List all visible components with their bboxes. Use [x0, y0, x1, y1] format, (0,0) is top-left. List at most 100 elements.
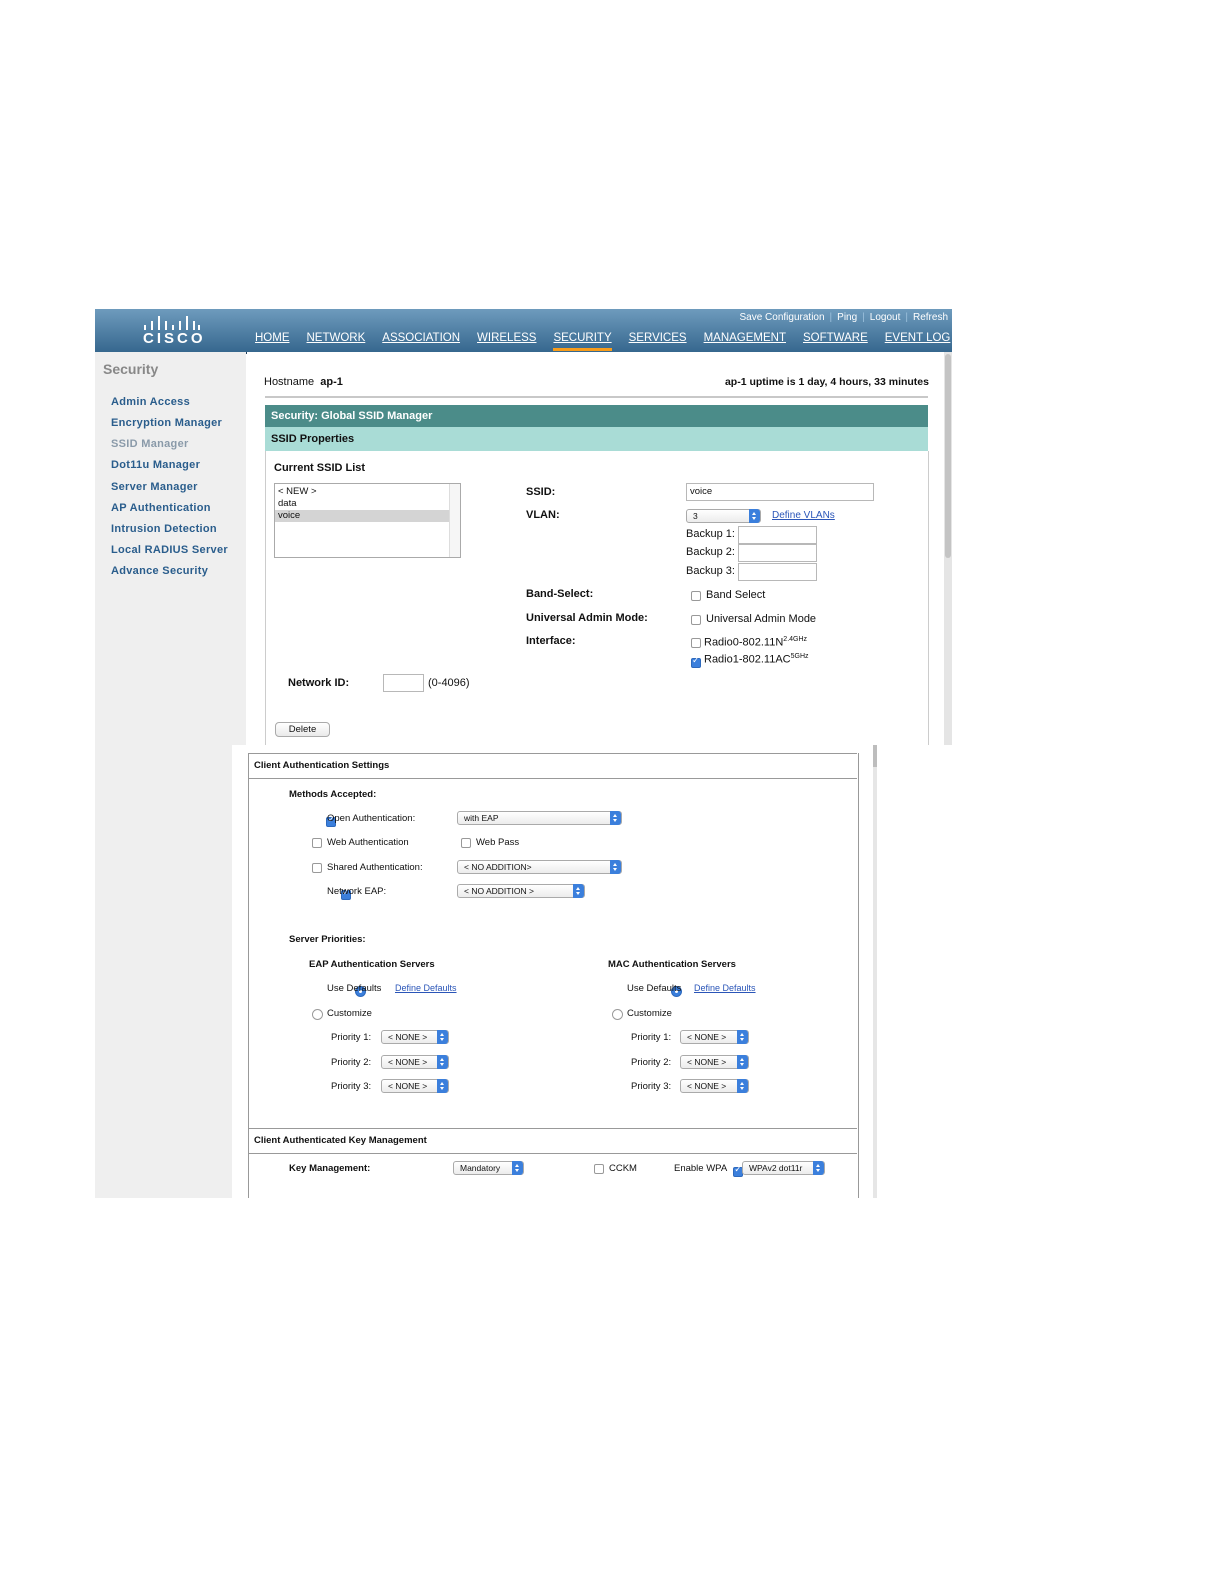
- cisco-logo: CISCO: [137, 314, 206, 347]
- backup1-input[interactable]: [738, 526, 817, 544]
- radio1-label: Radio1-802.11AC5GHz: [704, 653, 809, 666]
- eap-define-defaults-link[interactable]: Define Defaults: [395, 983, 457, 993]
- universal-admin-option: Universal Admin Mode: [706, 613, 817, 625]
- mac-priority1-select[interactable]: < NONE >: [680, 1030, 749, 1044]
- ping-link[interactable]: Ping: [837, 312, 857, 323]
- nav-network[interactable]: NETWORK: [307, 332, 366, 348]
- universal-admin-checkbox[interactable]: [691, 615, 701, 625]
- sidebar-continued: [95, 745, 232, 1198]
- mac-customize-radio[interactable]: [612, 1009, 623, 1020]
- cisco-wordmark: CISCO: [143, 330, 206, 347]
- radio1-checkbox[interactable]: [691, 656, 701, 668]
- sidebar-item-encryption-manager[interactable]: Encryption Manager: [111, 417, 222, 429]
- bottom-scrollbar[interactable]: [873, 745, 877, 1198]
- shared-auth-label: Shared Authentication:: [327, 862, 423, 873]
- sidebar-item-admin-access[interactable]: Admin Access: [111, 396, 190, 408]
- eap-priority3-select[interactable]: < NONE >: [381, 1079, 449, 1093]
- band-select-option: Band Select: [706, 589, 766, 601]
- chevron-updown-icon: [737, 1079, 748, 1093]
- save-configuration-link[interactable]: Save Configuration: [739, 312, 824, 323]
- sidebar-item-ap-authentication[interactable]: AP Authentication: [111, 502, 211, 514]
- nav-event-log[interactable]: EVENT LOG: [885, 332, 951, 348]
- chevron-updown-icon: [437, 1030, 448, 1044]
- radio0-checkbox[interactable]: [691, 638, 701, 648]
- mac-use-defaults-label: Use Defaults: [627, 983, 682, 994]
- band-select-checkbox[interactable]: [691, 591, 701, 601]
- nav-wireless[interactable]: WIRELESS: [477, 332, 536, 348]
- sidebar-item-server-manager[interactable]: Server Manager: [111, 481, 198, 493]
- backup3-label: Backup 3:: [686, 565, 735, 577]
- enable-wpa-label: Enable WPA: [674, 1163, 728, 1174]
- open-auth-select[interactable]: with EAP: [457, 811, 622, 825]
- chevron-updown-icon: [512, 1161, 523, 1175]
- ssid-listbox[interactable]: < NEW > data voice: [274, 483, 461, 558]
- delete-button[interactable]: Delete: [275, 722, 330, 737]
- nav-association[interactable]: ASSOCIATION: [382, 332, 460, 348]
- ssid-input[interactable]: voice: [686, 483, 874, 501]
- main-nav: HOME NETWORK ASSOCIATION WIRELESS SECURITY SE…: [255, 332, 967, 351]
- eap-priority2-select[interactable]: < NONE >: [381, 1055, 449, 1069]
- backup1-label: Backup 1:: [686, 528, 735, 540]
- interface-label: Interface:: [526, 635, 576, 647]
- network-id-input[interactable]: [383, 674, 424, 692]
- key-mgmt-select[interactable]: Mandatory: [453, 1161, 524, 1175]
- key-mgmt-label: Key Management:: [289, 1163, 371, 1174]
- chevron-updown-icon: [749, 509, 760, 523]
- chevron-updown-icon: [737, 1055, 748, 1069]
- eap-use-defaults-label: Use Defaults: [327, 983, 382, 994]
- bottom-scrollbar-thumb[interactable]: [873, 745, 877, 767]
- cckm-checkbox[interactable]: [594, 1164, 604, 1174]
- shared-auth-checkbox[interactable]: [312, 863, 322, 873]
- nav-services[interactable]: SERVICES: [629, 332, 687, 348]
- listbox-scrollbar[interactable]: [449, 484, 460, 557]
- nav-software[interactable]: SOFTWARE: [803, 332, 868, 348]
- chevron-updown-icon: [610, 811, 621, 825]
- ssid-list-item-new[interactable]: < NEW >: [275, 486, 460, 498]
- chevron-updown-icon: [437, 1079, 448, 1093]
- ssid-label: SSID:: [526, 486, 556, 498]
- logout-link[interactable]: Logout: [870, 312, 901, 323]
- nav-management[interactable]: MANAGEMENT: [704, 332, 786, 348]
- mac-customize-label: Customize: [627, 1008, 672, 1019]
- methods-accepted-label: Methods Accepted:: [289, 789, 377, 800]
- backup2-input[interactable]: [738, 544, 817, 562]
- ssid-list-label: Current SSID List: [274, 462, 366, 474]
- network-eap-select[interactable]: < NO ADDITION >: [457, 884, 585, 898]
- nav-home[interactable]: HOME: [255, 332, 290, 348]
- mac-priority3-select[interactable]: < NONE >: [680, 1079, 749, 1093]
- eap-priority1-select[interactable]: < NONE >: [381, 1030, 449, 1044]
- cckm-label: CCKM: [609, 1163, 637, 1174]
- eap-servers-title: EAP Authentication Servers: [309, 959, 435, 970]
- define-vlans-link[interactable]: Define VLANs: [772, 510, 835, 521]
- nav-security[interactable]: SECURITY: [553, 332, 612, 351]
- refresh-link[interactable]: Refresh: [913, 312, 948, 323]
- cisco-logo-bars-icon: [144, 316, 200, 330]
- web-auth-checkbox[interactable]: [312, 838, 322, 848]
- main-scrollbar-thumb[interactable]: [945, 354, 951, 558]
- shared-auth-select[interactable]: < NO ADDITION>: [457, 860, 622, 874]
- backup3-input[interactable]: [738, 563, 817, 581]
- vlan-select[interactable]: 3: [686, 509, 761, 523]
- web-pass-label: Web Pass: [476, 837, 520, 848]
- web-pass-checkbox[interactable]: [461, 838, 471, 848]
- web-auth-label: Web Authentication: [327, 837, 409, 848]
- mac-priority2-label: Priority 2:: [631, 1057, 672, 1068]
- hostname-value: ap-1: [320, 376, 343, 388]
- mac-define-defaults-link[interactable]: Define Defaults: [694, 983, 756, 993]
- sidebar-item-advance-security[interactable]: Advance Security: [111, 565, 208, 577]
- chevron-updown-icon: [437, 1055, 448, 1069]
- sidebar-item-ssid-manager[interactable]: SSID Manager: [111, 438, 189, 450]
- sidebar-item-local-radius-server[interactable]: Local RADIUS Server: [111, 544, 228, 556]
- ssid-list-item-data[interactable]: data: [275, 498, 460, 510]
- mac-priority2-select[interactable]: < NONE >: [680, 1055, 749, 1069]
- sidebar-title: Security: [103, 361, 159, 377]
- chevron-updown-icon: [813, 1161, 824, 1175]
- client-auth-title: Client Authentication Settings: [249, 753, 857, 779]
- eap-customize-radio[interactable]: [312, 1009, 323, 1020]
- main-scrollbar[interactable]: [944, 352, 952, 745]
- ssid-list-item-voice[interactable]: voice: [275, 510, 452, 522]
- sidebar-item-dot11u-manager[interactable]: Dot11u Manager: [111, 459, 200, 471]
- wpa-select[interactable]: WPAv2 dot11r: [742, 1161, 825, 1175]
- sidebar-item-intrusion-detection[interactable]: Intrusion Detection: [111, 523, 217, 535]
- section-title: SSID Properties: [265, 427, 928, 451]
